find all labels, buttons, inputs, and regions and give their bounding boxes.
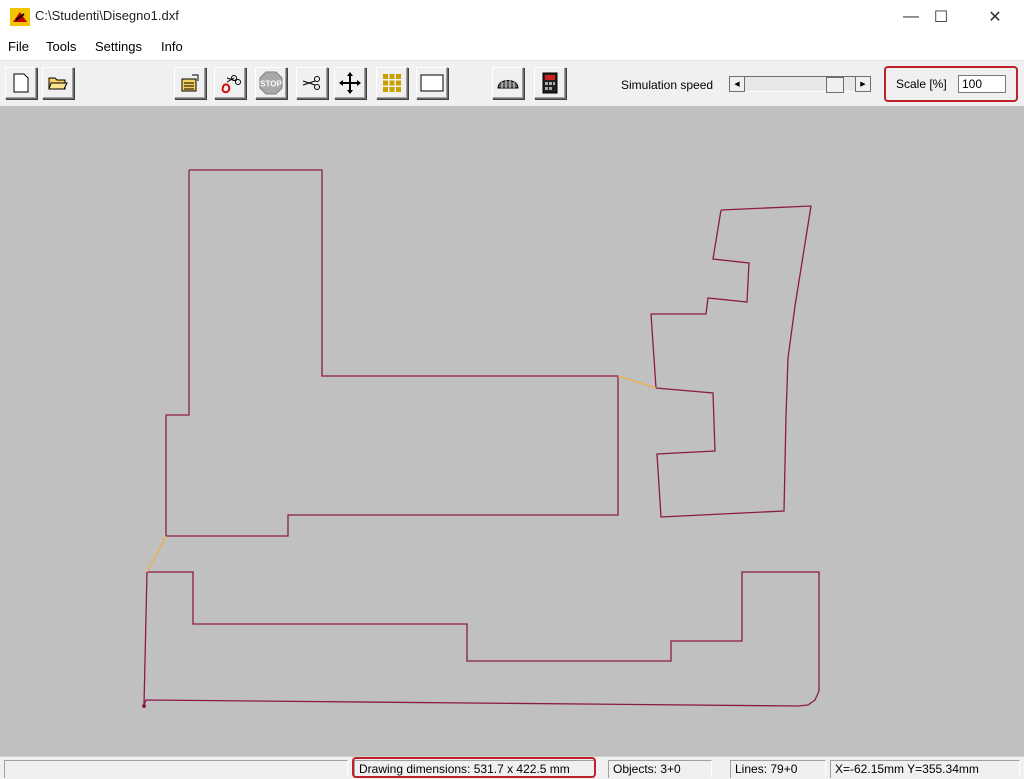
grid-button[interactable]	[376, 67, 408, 99]
scale-input[interactable]	[958, 75, 1006, 93]
status-cursor-coordinates: X=-62.15mm Y=355.34mm	[830, 760, 1020, 778]
export-button[interactable]	[174, 67, 206, 99]
stop-icon: STOP	[259, 71, 283, 95]
new-file-icon	[13, 73, 29, 93]
slider-thumb[interactable]	[826, 77, 844, 93]
calculator-button[interactable]	[534, 67, 566, 99]
open-file-button[interactable]	[42, 67, 74, 99]
cut-path-button[interactable]	[214, 67, 246, 99]
maximize-button[interactable]: ☐	[918, 0, 964, 34]
dimensions-highlight	[352, 757, 596, 778]
status-objects: Objects: 3+0	[608, 760, 712, 778]
stop-text: STOP	[260, 80, 282, 89]
machine-icon	[497, 80, 519, 89]
travel-move-1	[617, 375, 657, 389]
menu-settings[interactable]: Settings	[95, 39, 142, 54]
new-file-button[interactable]	[5, 67, 37, 99]
menu-tools[interactable]: Tools	[46, 39, 76, 54]
cut-path-2	[650, 205, 812, 518]
simulation-speed-label: Simulation speed	[621, 78, 714, 92]
menu-bar: File Tools Settings Info	[0, 36, 1024, 58]
close-button[interactable]: ✕	[972, 0, 1018, 34]
slider-right-arrow-icon[interactable]: ▶	[855, 76, 871, 92]
move-button[interactable]	[334, 67, 366, 99]
open-folder-icon	[48, 77, 68, 90]
machine-button[interactable]	[492, 67, 524, 99]
scissors-icon	[302, 76, 320, 90]
cut-path-1	[165, 169, 619, 537]
drawing-canvas[interactable]	[0, 106, 1024, 756]
rectangle-button[interactable]	[416, 67, 448, 99]
move-icon	[339, 72, 361, 94]
cut-path-icon	[221, 75, 241, 94]
status-panel-empty	[4, 760, 348, 778]
export-icon	[181, 74, 199, 92]
scale-label: Scale [%]	[896, 77, 947, 91]
slider-left-arrow-icon[interactable]: ◀	[729, 76, 745, 92]
stop-button[interactable]: STOP	[255, 67, 287, 99]
grid-icon	[383, 74, 401, 92]
travel-move-2	[146, 535, 167, 573]
menu-file[interactable]: File	[8, 39, 29, 54]
rectangle-icon	[420, 74, 444, 92]
menu-info[interactable]: Info	[161, 39, 183, 54]
slider-track[interactable]	[745, 76, 855, 93]
scissors-button[interactable]	[296, 67, 328, 99]
calculator-icon	[542, 72, 558, 94]
simulation-speed-slider[interactable]: ◀ ▶	[729, 76, 871, 93]
status-lines: Lines: 79+0	[730, 760, 826, 778]
app-icon	[10, 8, 30, 26]
title-bar: C:\Studenti\Disegno1.dxf — ☐ ✕	[0, 0, 1024, 34]
start-point-marker	[142, 704, 146, 708]
drawing-svg	[142, 169, 820, 708]
cut-path-3	[143, 571, 820, 707]
window-title: C:\Studenti\Disegno1.dxf	[35, 8, 179, 23]
